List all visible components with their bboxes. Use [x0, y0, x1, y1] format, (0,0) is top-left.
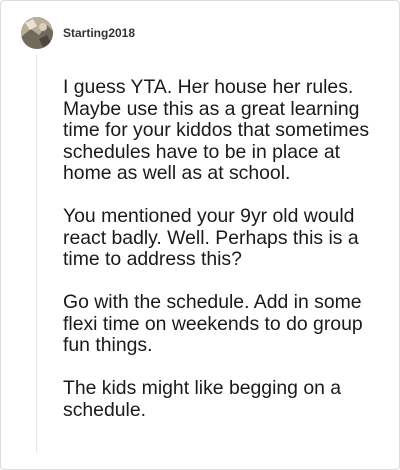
thread-line[interactable]: [36, 55, 37, 453]
comment-header: Starting2018: [21, 17, 135, 49]
avatar[interactable]: [21, 17, 53, 49]
user-avatar-icon: [21, 17, 53, 49]
comment-paragraph: The kids might like begging on a schedul…: [63, 377, 342, 421]
comment-paragraph: Go with the schedule. Add in some flexi …: [63, 291, 363, 356]
comment-paragraph: You mentioned your 9yr old would react b…: [63, 205, 359, 270]
comment-author[interactable]: Starting2018: [63, 26, 135, 40]
comment-paragraph: I guess YTA. Her house her rules. Maybe …: [63, 76, 370, 184]
comment-card: Starting2018 I guess YTA. Her house her …: [0, 0, 400, 470]
comment-body: I guess YTA. Her house her rules. Maybe …: [63, 76, 381, 421]
